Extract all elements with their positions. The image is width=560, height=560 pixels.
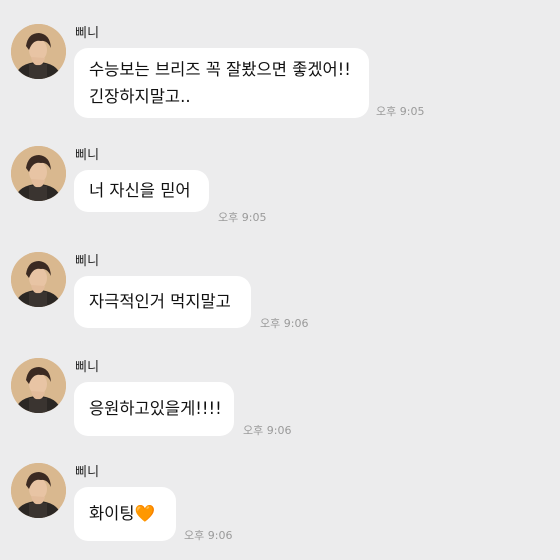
message-bubble[interactable]: 응원하고있을게!!!! [74,382,234,436]
message-timestamp: 오후 9:05 [218,211,267,224]
message-text: 화이팅🧡 [89,504,156,523]
message-bubble[interactable]: 너 자신을 믿어 [74,170,209,212]
sender-avatar[interactable] [11,24,66,79]
message-text: 긴장하지말고.. [89,87,191,106]
sender-avatar[interactable] [11,358,66,413]
message-bubble[interactable]: 화이팅🧡 [74,487,176,541]
message-timestamp: 오후 9:05 [376,105,425,118]
sender-name: 삐니 [75,26,100,41]
message-text: 너 자신을 믿어 [89,181,191,200]
sender-name: 삐니 [75,360,100,375]
sender-name: 삐니 [75,148,100,163]
message-bubble[interactable]: 자극적인거 먹지말고 [74,276,251,328]
sender-avatar[interactable] [11,463,66,518]
message-timestamp: 오후 9:06 [184,529,233,542]
message-text: 수능보는 브리즈 꼭 잘봤으면 좋겠어!! [89,60,351,79]
message-timestamp: 오후 9:06 [260,317,309,330]
sender-name: 삐니 [75,254,100,269]
sender-avatar[interactable] [11,252,66,307]
message-text: 응원하고있을게!!!! [89,399,222,418]
sender-avatar[interactable] [11,146,66,201]
message-timestamp: 오후 9:06 [243,424,292,437]
sender-name: 삐니 [75,465,100,480]
message-text: 자극적인거 먹지말고 [89,292,231,311]
message-bubble[interactable]: 수능보는 브리즈 꼭 잘봤으면 좋겠어!! 긴장하지말고.. [74,48,369,118]
